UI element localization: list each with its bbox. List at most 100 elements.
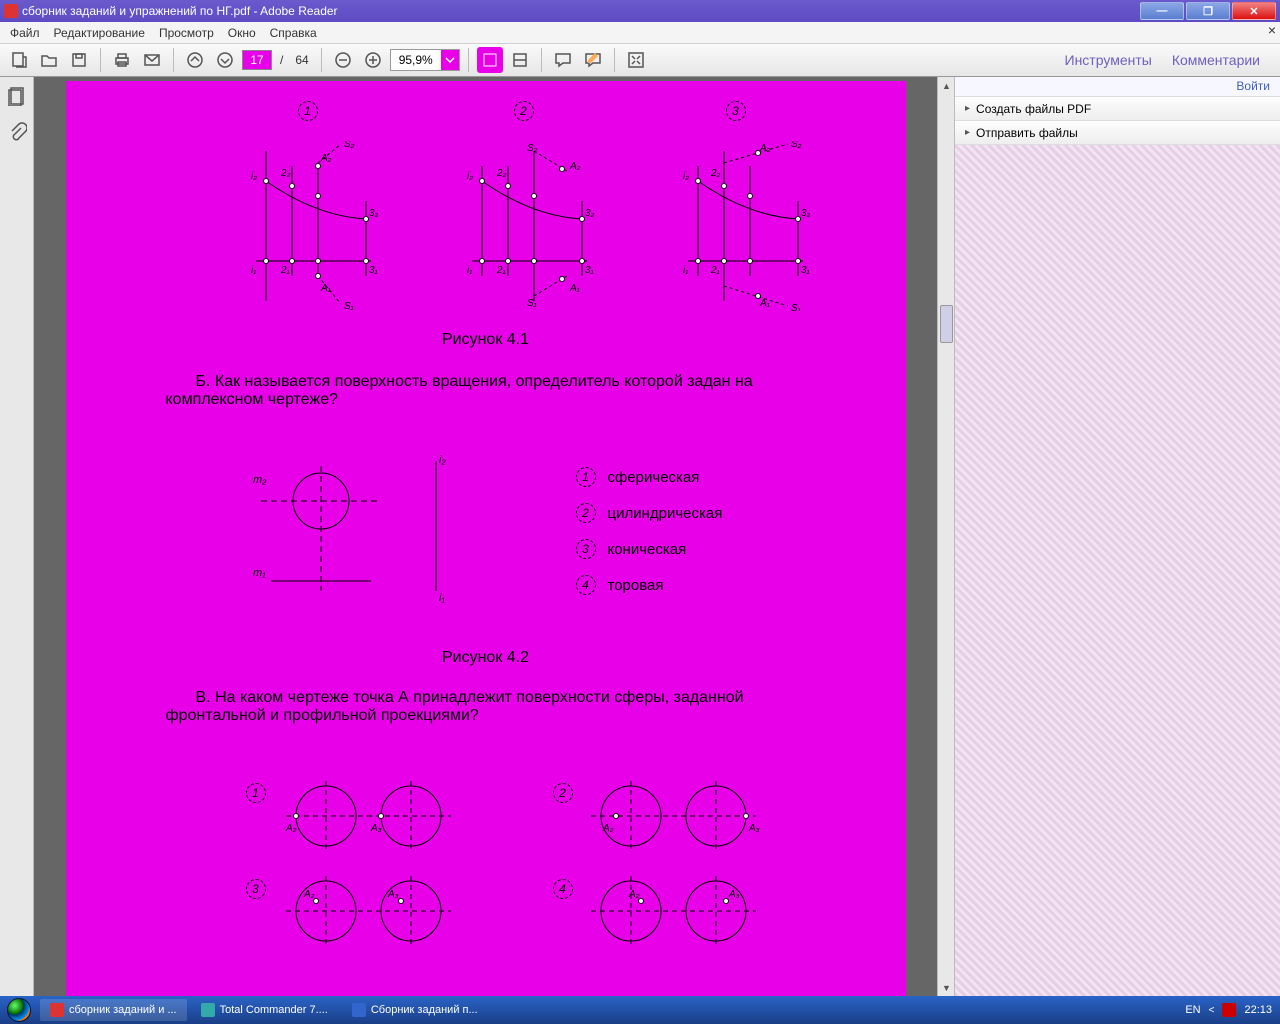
figure-4-2-caption: Рисунок 4.2 — [66, 649, 906, 667]
toolbar: / 64 Инструменты Комментарии — [0, 44, 1280, 77]
attachments-icon[interactable] — [6, 121, 28, 143]
annotate-button[interactable] — [580, 47, 606, 73]
menu-file[interactable]: Файл — [10, 26, 40, 40]
word-icon — [352, 1003, 366, 1017]
svg-text:2₁: 2₁ — [710, 265, 720, 276]
svg-text:3₁: 3₁ — [369, 265, 378, 276]
taskbar: сборник заданий и ... Total Commander 7.… — [0, 996, 1280, 1024]
email-button[interactable] — [139, 47, 165, 73]
scroll-thumb[interactable] — [940, 305, 953, 343]
svg-text:A₂: A₂ — [602, 823, 614, 834]
save-button[interactable] — [66, 47, 92, 73]
taskbar-item-reader[interactable]: сборник заданий и ... — [40, 999, 187, 1021]
window-maximize-button[interactable]: ❐ — [1186, 2, 1230, 20]
svg-text:2₁: 2₁ — [496, 265, 506, 276]
figure-4-1-caption: Рисунок 4.1 — [66, 331, 906, 349]
taskbar-item-label: Сборник заданий п... — [371, 1004, 478, 1016]
svg-text:3₂: 3₂ — [801, 208, 811, 219]
svg-text:S₁: S₁ — [527, 298, 537, 309]
svg-text:i₁: i₁ — [467, 265, 472, 276]
menu-window[interactable]: Окно — [228, 26, 256, 40]
start-button[interactable] — [0, 996, 38, 1024]
variant-number-2: 2 — [514, 101, 534, 121]
svg-text:2₁: 2₁ — [280, 265, 290, 276]
taskbar-item-totalcmd[interactable]: Total Commander 7.... — [191, 999, 338, 1021]
sphere-variant-1: 1 — [246, 783, 266, 803]
scroll-down-icon[interactable]: ▼ — [938, 979, 955, 996]
menu-close-icon[interactable]: × — [1268, 22, 1276, 38]
sphere-diagram-2: A₂A₃ — [581, 776, 771, 856]
question-v-text: В. На каком чертеже точка А принадлежит … — [166, 689, 826, 725]
svg-text:A₂: A₂ — [285, 823, 297, 834]
svg-text:A₂: A₂ — [303, 889, 315, 900]
option-2-number: 2 — [576, 503, 596, 523]
create-pdf-label: Создать файлы PDF — [976, 102, 1091, 116]
diagram-4-1-variant-3: i₂2₂A₂S₂3₂ i₁2₁A₁3₁S₁ — [658, 141, 818, 311]
page-up-button[interactable] — [182, 47, 208, 73]
thumbnails-icon[interactable] — [6, 85, 28, 107]
menu-bar: Файл Редактирование Просмотр Окно Справк… — [0, 22, 1280, 44]
scroll-up-icon[interactable]: ▲ — [938, 77, 955, 94]
taskbar-item-label: Total Commander 7.... — [220, 1004, 328, 1016]
page-separator: / — [276, 53, 287, 67]
diagram-4-1-variant-2: i₂2₂S₂A₂3₂ i₁2₁S₁A₁3₁ — [442, 141, 602, 311]
question-b-text: Б. Как называется поверхность вращения, … — [166, 373, 826, 409]
comment-button[interactable] — [550, 47, 576, 73]
svg-text:2₂: 2₂ — [496, 168, 507, 179]
svg-text:A₂: A₂ — [569, 161, 581, 172]
svg-text:3₂: 3₂ — [585, 208, 595, 219]
vertical-scrollbar[interactable]: ▲ ▼ — [937, 77, 954, 996]
print-button[interactable] — [109, 47, 135, 73]
pdf-icon — [50, 1003, 64, 1017]
svg-text:3₁: 3₁ — [801, 265, 810, 276]
page-number-input[interactable] — [242, 50, 272, 70]
nav-sidebar — [0, 77, 34, 996]
fit-width-button[interactable] — [507, 47, 533, 73]
create-pdf-section[interactable]: Создать файлы PDF — [955, 97, 1280, 121]
tray-clock[interactable]: 22:13 — [1244, 1004, 1272, 1016]
comments-panel-link[interactable]: Комментарии — [1172, 52, 1260, 68]
fit-page-button[interactable] — [477, 47, 503, 73]
zoom-value-input[interactable] — [391, 53, 441, 67]
menu-edit[interactable]: Редактирование — [54, 26, 145, 40]
svg-text:A₂: A₂ — [628, 889, 640, 900]
window-title: сборник заданий и упражнений по НГ.pdf -… — [22, 4, 1140, 18]
language-indicator[interactable]: EN — [1185, 1004, 1200, 1016]
svg-text:m₂: m₂ — [253, 474, 267, 486]
svg-text:S₁: S₁ — [791, 303, 801, 311]
svg-text:2₂: 2₂ — [280, 168, 291, 179]
open-button[interactable] — [36, 47, 62, 73]
svg-text:A₂: A₂ — [320, 153, 332, 164]
sphere-variant-3: 3 — [246, 879, 266, 899]
svg-text:i₂: i₂ — [467, 171, 473, 182]
tc-icon — [201, 1003, 215, 1017]
svg-text:A₃: A₃ — [370, 823, 382, 834]
menu-help[interactable]: Справка — [270, 26, 317, 40]
zoom-in-button[interactable] — [360, 47, 386, 73]
sign-in-link[interactable]: Войти — [955, 77, 1280, 97]
option-4-number: 4 — [576, 575, 596, 595]
tools-panel-link[interactable]: Инструменты — [1065, 52, 1152, 68]
svg-text:i₁: i₁ — [683, 265, 688, 276]
svg-text:A₁: A₁ — [569, 283, 580, 294]
zoom-out-button[interactable] — [330, 47, 356, 73]
zoom-select[interactable] — [390, 49, 460, 71]
window-minimize-button[interactable]: — — [1140, 2, 1184, 20]
zoom-dropdown-icon[interactable] — [441, 50, 459, 70]
window-close-button[interactable]: ✕ — [1232, 2, 1276, 20]
svg-text:S₂: S₂ — [344, 141, 355, 150]
tray-arrow-icon[interactable]: < — [1209, 1005, 1215, 1016]
taskbar-item-word[interactable]: Сборник заданий п... — [342, 999, 488, 1021]
export-pdf-button[interactable] — [6, 47, 32, 73]
svg-text:i₂: i₂ — [439, 454, 446, 466]
send-files-section[interactable]: Отправить файлы — [955, 121, 1280, 145]
page-down-button[interactable] — [212, 47, 238, 73]
kaspersky-icon[interactable] — [1222, 1003, 1236, 1017]
document-area[interactable]: 1 2 3 i₂ 2₂ A₂ S₂ 3₂ i₁ 2₁ A₁ 3₁ S₁ — [34, 77, 937, 996]
svg-text:A₁: A₁ — [320, 283, 331, 294]
menu-view[interactable]: Просмотр — [159, 26, 214, 40]
svg-text:S₁: S₁ — [344, 301, 354, 311]
taskbar-item-label: сборник заданий и ... — [69, 1004, 177, 1016]
read-mode-button[interactable] — [623, 47, 649, 73]
sphere-variant-4: 4 — [553, 879, 573, 899]
